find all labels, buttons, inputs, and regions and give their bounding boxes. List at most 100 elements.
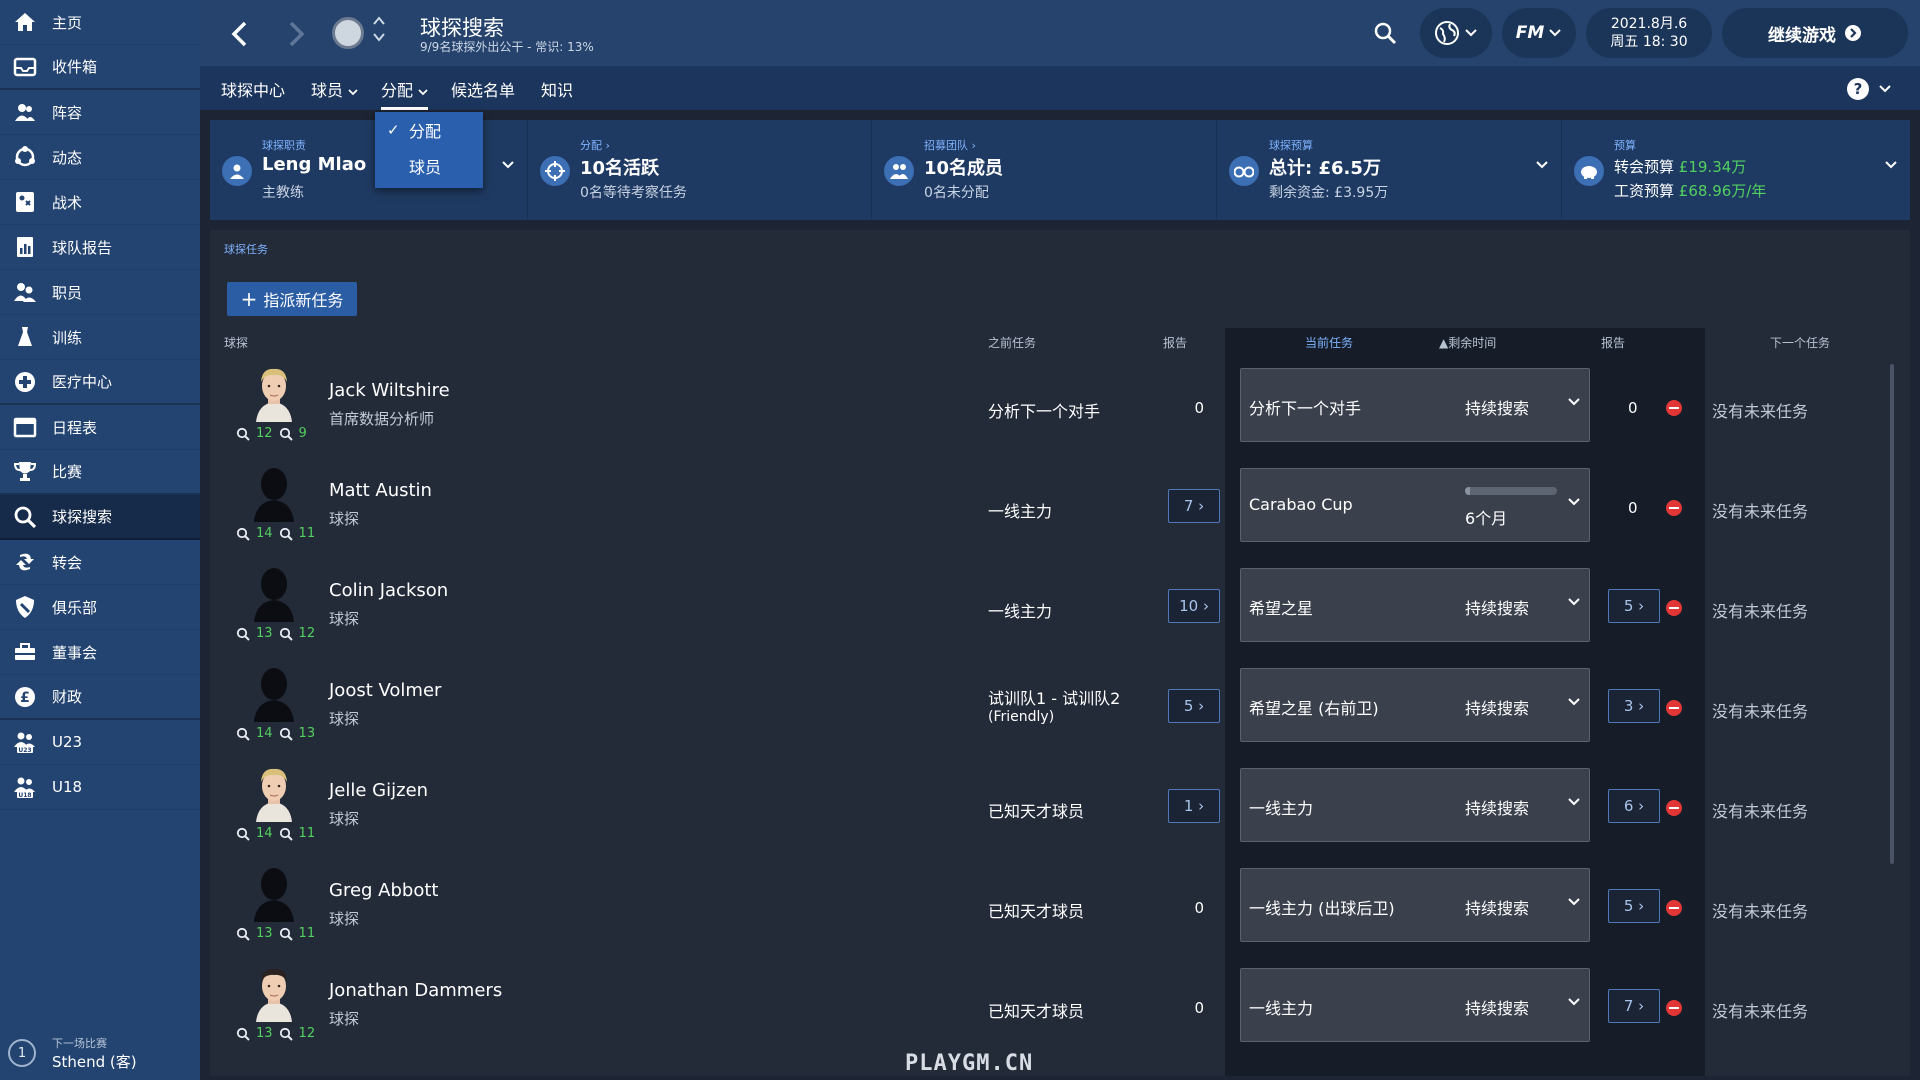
current-task-dropdown[interactable]: 一线主力 持续搜索 <box>1240 768 1590 842</box>
previous-reports-button[interactable]: 7 › <box>1168 489 1220 523</box>
search-button[interactable] <box>1360 8 1410 58</box>
assign-new-task-button[interactable]: + 指派新任务 <box>227 282 357 316</box>
scout-row[interactable]: 12 9 Jack Wiltshire 首席数据分析师 分析下一个对手 0 分析下一个对手 持… <box>210 356 1910 456</box>
world-menu-button[interactable] <box>1420 8 1492 58</box>
scrollbar[interactable] <box>1890 364 1894 864</box>
avatar[interactable] <box>250 664 298 722</box>
previous-reports-button[interactable]: 10 › <box>1168 589 1220 623</box>
avatar[interactable] <box>250 764 298 822</box>
remove-task-icon[interactable] <box>1666 800 1682 816</box>
chevron-down-icon[interactable] <box>1884 160 1898 170</box>
avatar[interactable] <box>250 864 298 922</box>
tab-knowledge[interactable]: 知识 <box>541 77 573 101</box>
dropdown-option-assign[interactable]: ✓ 分配 <box>375 112 483 148</box>
continue-button[interactable]: 继续游戏 <box>1722 8 1908 58</box>
chevron-down-icon[interactable] <box>1535 160 1549 170</box>
current-task-dropdown[interactable]: 分析下一个对手 持续搜索 <box>1240 368 1590 442</box>
scout-name[interactable]: Jelle Gijzen <box>329 780 428 801</box>
scout-name[interactable]: Colin Jackson <box>329 580 448 601</box>
sidebar-item-1[interactable]: 收件箱 <box>0 45 200 90</box>
sidebar-item-3[interactable]: 动态 <box>0 135 200 180</box>
sidebar-item-5[interactable]: 球队报告 <box>0 225 200 270</box>
club-badge-icon[interactable] <box>332 17 364 49</box>
previous-reports-button[interactable]: 5 › <box>1168 689 1220 723</box>
current-task-dropdown[interactable]: Carabao Cup 6个月 <box>1240 468 1590 542</box>
assignments-panel[interactable]: 分配 › 10名活跃 0名等待考察任务 <box>528 120 872 220</box>
finance-budget-panel[interactable]: 预算 转会预算 £19.34万 工资预算 £68.96万/年 <box>1562 120 1910 220</box>
avatar[interactable] <box>250 364 298 422</box>
date-display[interactable]: 2021.8月.6 周五 18: 30 <box>1586 8 1712 58</box>
current-reports-button[interactable]: 3 › <box>1608 689 1660 723</box>
remove-task-icon[interactable] <box>1666 1000 1682 1016</box>
col-header-current-task[interactable]: 当前任务 <box>1305 334 1353 351</box>
sidebar-item-13[interactable]: 俱乐部 <box>0 585 200 630</box>
sidebar-item-14[interactable]: 董事会 <box>0 630 200 675</box>
previous-reports-button[interactable]: 1 › <box>1168 789 1220 823</box>
current-reports-button[interactable]: 7 › <box>1608 989 1660 1023</box>
back-arrow-icon[interactable] <box>230 20 248 48</box>
chevron-down-icon[interactable] <box>501 160 515 170</box>
dropdown-option-players[interactable]: 球员 <box>375 148 483 184</box>
sidebar-item-17[interactable]: U18 U18 <box>0 765 200 810</box>
remove-task-icon[interactable] <box>1666 500 1682 516</box>
sidebar-item-6[interactable]: 职员 <box>0 270 200 315</box>
remove-task-icon[interactable] <box>1666 900 1682 916</box>
col-header-time-left[interactable]: ▲剩余时间 <box>1439 334 1496 351</box>
scout-name[interactable]: Jonathan Dammers <box>329 980 502 1001</box>
sidebar-item-16[interactable]: U23 U23 <box>0 720 200 765</box>
remove-task-icon[interactable] <box>1666 400 1682 416</box>
forward-arrow-icon[interactable] <box>288 20 306 48</box>
avatar[interactable] <box>250 964 298 1022</box>
col-header-scout[interactable]: 球探 <box>224 334 248 351</box>
col-header-cur-reports[interactable]: 报告 <box>1601 334 1625 351</box>
avatar[interactable] <box>250 464 298 522</box>
chevron-down-icon <box>1568 398 1580 406</box>
scouting-budget-panel[interactable]: 球探预算 总计: £6.5万 剩余资金: £3.95万 <box>1217 120 1562 220</box>
scout-name[interactable]: Jack Wiltshire <box>329 380 450 401</box>
sidebar-item-4[interactable]: 战术 <box>0 180 200 225</box>
scout-row[interactable]: 13 12 Jonathan Dammers 球探 已知天才球员 0 一线主力 持续搜索 7 ›… <box>210 956 1910 1056</box>
sidebar-item-9[interactable]: 日程表 <box>0 405 200 450</box>
sidebar-item-8[interactable]: 医疗中心 <box>0 360 200 405</box>
scout-row[interactable]: 13 12 Colin Jackson 球探 一线主力 10 › 希望之星 持续搜索 5 › 没有… <box>210 556 1910 656</box>
assignments-label[interactable]: 分配 › <box>580 137 610 153</box>
fm-menu-button[interactable]: FM <box>1502 8 1576 58</box>
next-match[interactable]: 1 下一场比赛 Sthend (客) <box>0 1026 200 1080</box>
svg-text:U18: U18 <box>18 792 31 799</box>
current-task-dropdown[interactable]: 一线主力 (出球后卫) 持续搜索 <box>1240 868 1590 942</box>
avatar[interactable] <box>250 564 298 622</box>
current-reports-button[interactable]: 5 › <box>1608 889 1660 923</box>
current-reports-button[interactable]: 5 › <box>1608 589 1660 623</box>
current-task-dropdown[interactable]: 希望之星 持续搜索 <box>1240 568 1590 642</box>
sidebar-item-0[interactable]: 主页 <box>0 0 200 45</box>
current-task-dropdown[interactable]: 一线主力 持续搜索 <box>1240 968 1590 1042</box>
scout-row[interactable]: 14 11 Jelle Gijzen 球探 已知天才球员 1 › 一线主力 持续搜索 6 › 没有… <box>210 756 1910 856</box>
scout-row[interactable]: 13 11 Greg Abbott 球探 已知天才球员 0 一线主力 (出球后卫) 持续搜索 5… <box>210 856 1910 956</box>
col-header-reports[interactable]: 报告 <box>1163 334 1187 351</box>
remove-task-icon[interactable] <box>1666 600 1682 616</box>
help-button[interactable]: ? <box>1846 77 1892 101</box>
sidebar-item-11[interactable]: 球探搜索 <box>0 495 200 540</box>
sidebar-item-15[interactable]: £ 财政 <box>0 675 200 720</box>
tab-assignments[interactable]: 分配 <box>381 77 429 110</box>
scout-row[interactable]: 14 13 Joost Volmer 球探 试训队1 - 试训队2 (Friendly) 5… <box>210 656 1910 756</box>
sidebar-item-2[interactable]: 阵容 <box>0 90 200 135</box>
recruitment-team-panel[interactable]: 招募团队 › 10名成员 0名未分配 <box>872 120 1217 220</box>
col-header-next-task[interactable]: 下一个任务 <box>1770 334 1830 351</box>
remove-task-icon[interactable] <box>1666 700 1682 716</box>
current-reports-button[interactable]: 6 › <box>1608 789 1660 823</box>
sidebar-item-12[interactable]: 转会 <box>0 540 200 585</box>
scout-name[interactable]: Joost Volmer <box>329 680 441 701</box>
scout-name[interactable]: Matt Austin <box>329 480 432 501</box>
current-task-dropdown[interactable]: 希望之星 (右前卫) 持续搜索 <box>1240 668 1590 742</box>
recruitment-team-label[interactable]: 招募团队 › <box>924 137 976 153</box>
scout-name[interactable]: Greg Abbott <box>329 880 438 901</box>
sidebar-item-7[interactable]: 训练 <box>0 315 200 360</box>
club-switch-icon[interactable] <box>372 14 386 49</box>
scout-row[interactable]: 14 11 Matt Austin 球探 一线主力 7 › Carabao Cup 6个月 0 没… <box>210 456 1910 556</box>
tab-players[interactable]: 球员 <box>311 77 358 101</box>
tab-shortlist[interactable]: 候选名单 <box>451 77 515 101</box>
col-header-prev-task[interactable]: 之前任务 <box>988 334 1036 351</box>
sidebar-item-10[interactable]: 比赛 <box>0 450 200 495</box>
tab-scouting-centre[interactable]: 球探中心 <box>221 77 285 101</box>
